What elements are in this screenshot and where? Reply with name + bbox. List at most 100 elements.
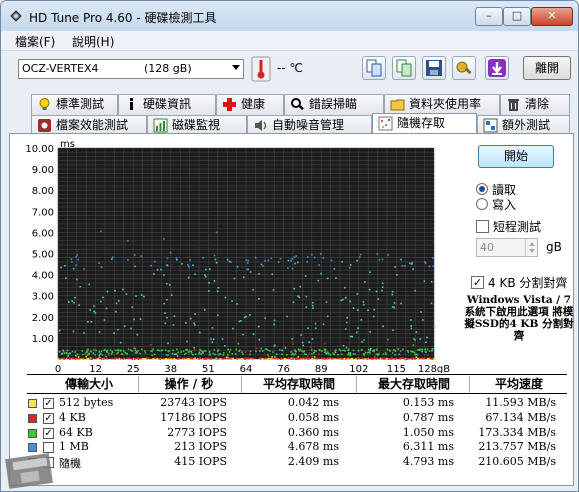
data-point <box>400 302 402 305</box>
data-point <box>428 350 431 353</box>
header-ops: 操作 / 秒 <box>164 377 214 391</box>
data-point <box>191 357 194 360</box>
data-point <box>334 358 336 360</box>
title-bar[interactable]: HD Tune Pro 4.60 - 硬碟檢測工具 – □ ✕ <box>1 1 578 31</box>
copy-text-button[interactable] <box>362 56 386 80</box>
y-tick-label: 5.00 <box>32 250 54 261</box>
close-button[interactable]: ✕ <box>531 7 573 26</box>
short-test-checkbox[interactable] <box>476 220 489 233</box>
x-tick-label: 51 <box>202 364 215 373</box>
data-point <box>230 358 233 360</box>
data-point <box>217 287 220 289</box>
data-point <box>162 357 164 360</box>
tab-error-scan[interactable]: 錯誤掃瞄 <box>284 94 384 115</box>
data-point <box>306 261 309 263</box>
start-button[interactable]: 開始 <box>478 145 554 168</box>
data-point <box>312 307 314 309</box>
data-point <box>258 350 261 352</box>
data-point <box>385 353 387 356</box>
data-point <box>122 288 124 291</box>
data-point <box>290 353 293 356</box>
data-point <box>428 265 431 268</box>
series-checkbox[interactable]: ✓ <box>43 412 54 424</box>
copy-screenshot-button[interactable] <box>392 56 416 80</box>
data-point <box>413 351 416 354</box>
data-point <box>349 300 352 303</box>
data-point <box>266 349 269 351</box>
data-point <box>134 347 137 350</box>
data-point <box>75 264 77 266</box>
write-radio[interactable] <box>476 198 488 210</box>
data-point <box>187 263 189 266</box>
save-button[interactable] <box>422 56 446 80</box>
data-point <box>165 299 168 301</box>
tab-label: 資料夾使用率 <box>409 97 482 111</box>
data-point <box>87 358 90 360</box>
y-tick-label: 1.00 <box>32 334 54 345</box>
download-button[interactable] <box>485 56 509 80</box>
data-point <box>204 350 207 352</box>
menu-bar: 檔案(F) 說明(H) <box>1 31 578 51</box>
data-point <box>394 266 396 268</box>
col-divider <box>241 376 242 393</box>
y-tick-label: 2.00 <box>32 313 54 324</box>
data-point <box>72 267 75 270</box>
data-point <box>431 348 434 350</box>
maximize-button[interactable]: □ <box>503 7 531 26</box>
data-point <box>59 357 61 360</box>
minimize-button[interactable]: – <box>475 7 503 26</box>
data-point <box>94 354 96 356</box>
data-point <box>391 351 394 354</box>
tab-erase[interactable]: 清除 <box>500 94 570 115</box>
data-point <box>62 350 65 353</box>
series-checkbox[interactable]: ✓ <box>43 398 54 409</box>
data-point <box>356 309 359 311</box>
series-checkbox[interactable]: ✓ <box>43 427 54 439</box>
options-button[interactable] <box>452 56 476 80</box>
series-color-swatch <box>28 413 37 423</box>
data-point <box>338 348 341 351</box>
device-select[interactable]: OCZ-VERTEX4 (128 gB) <box>18 59 244 79</box>
menu-file[interactable]: 檔案(F) <box>15 33 55 50</box>
data-point <box>351 357 354 360</box>
tab-folder-usage[interactable]: 資料夾使用率 <box>384 94 500 115</box>
data-point <box>296 357 298 360</box>
menu-help[interactable]: 說明(H) <box>72 33 114 50</box>
align-note: Windows Vista / 7 系統下啟用此選項 將模擬SSD的4 KB 分… <box>464 294 574 342</box>
data-point <box>236 357 238 360</box>
read-radio[interactable] <box>476 183 488 195</box>
data-point <box>187 357 189 360</box>
tab-label: 錯誤掃瞄 <box>309 97 358 111</box>
data-point <box>402 348 404 351</box>
tab-label: 清除 <box>525 97 550 111</box>
data-point <box>170 358 172 360</box>
series-color-swatch <box>28 399 37 408</box>
data-point <box>88 283 91 286</box>
data-point <box>115 357 117 359</box>
tab-health[interactable]: 健康 <box>216 94 284 115</box>
data-point <box>212 338 215 341</box>
data-point <box>211 341 214 344</box>
data-point <box>273 319 276 322</box>
tab-benchmark[interactable]: 標準測試 <box>31 94 118 115</box>
tab-info[interactable]: 硬碟資訊 <box>118 94 216 115</box>
cell-max-access: 0.787 ms <box>402 410 454 424</box>
data-point <box>194 353 197 355</box>
align-4kb-checkbox[interactable]: ✓ <box>471 276 484 289</box>
data-point <box>290 357 293 360</box>
data-point <box>360 319 363 321</box>
data-point <box>357 327 359 329</box>
data-point <box>412 344 415 346</box>
size-stepper[interactable] <box>525 239 537 256</box>
data-point <box>303 353 306 355</box>
data-point <box>74 351 76 353</box>
data-point <box>123 325 126 328</box>
data-point <box>156 268 159 271</box>
data-point <box>260 347 263 350</box>
data-point <box>134 349 137 352</box>
data-point <box>269 350 271 352</box>
data-point <box>264 317 266 319</box>
exit-button[interactable]: 離開 <box>523 56 571 80</box>
data-point <box>245 315 247 318</box>
data-point <box>193 349 196 351</box>
